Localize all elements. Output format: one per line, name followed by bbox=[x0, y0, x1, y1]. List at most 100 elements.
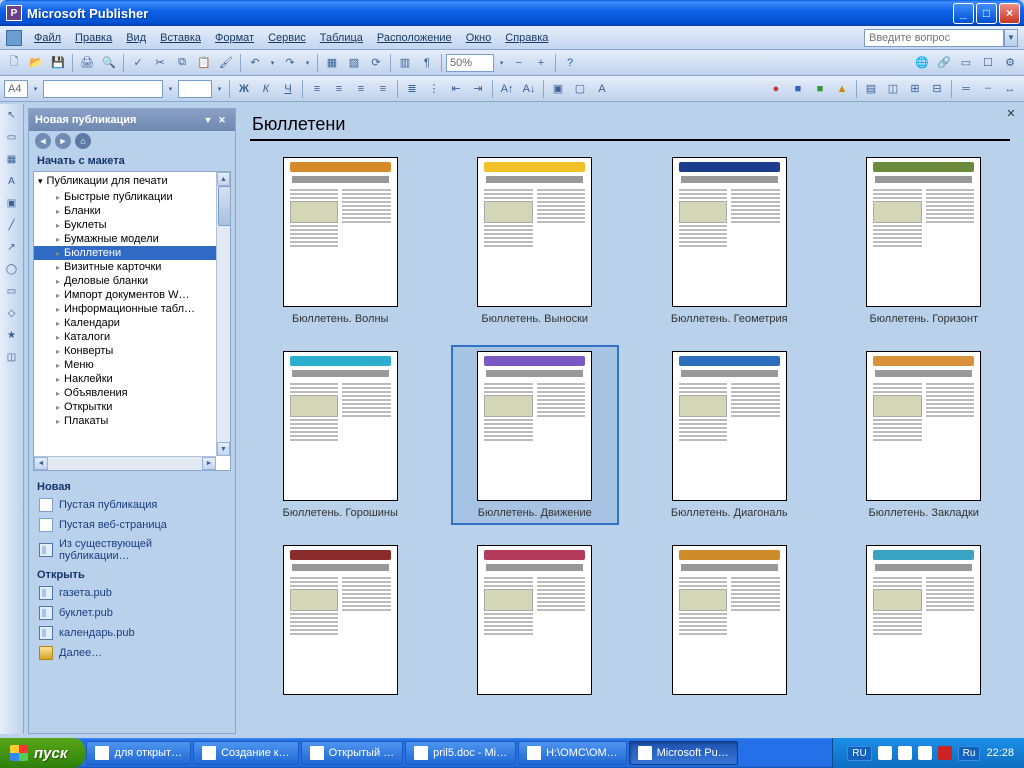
tree-item[interactable]: ▸Календари bbox=[34, 316, 216, 330]
hyperlink-icon[interactable]: 🔗 bbox=[934, 53, 954, 73]
taskbar-item[interactable]: pril5.doc - Mi… bbox=[405, 741, 516, 765]
link-open-file-0[interactable]: газета.pub bbox=[29, 583, 235, 603]
menu-tools[interactable]: Сервис bbox=[261, 30, 313, 46]
cut-icon[interactable]: ✂ bbox=[150, 53, 170, 73]
redo-icon[interactable]: ↷ bbox=[280, 53, 300, 73]
nav-forward-icon[interactable]: ► bbox=[55, 133, 71, 149]
ungroup-icon[interactable]: ⊟ bbox=[927, 79, 947, 99]
font-dropdown-icon[interactable]: ▾ bbox=[165, 80, 176, 98]
menu-help[interactable]: Справка bbox=[498, 30, 555, 46]
design-gallery-icon[interactable]: ◫ bbox=[3, 348, 21, 366]
tree-item[interactable]: ▸Импорт документов W… bbox=[34, 288, 216, 302]
redo-dropdown-icon[interactable]: ▾ bbox=[302, 54, 313, 72]
zoom-dropdown-icon[interactable]: ▾ bbox=[496, 54, 507, 72]
maximize-button[interactable]: □ bbox=[976, 3, 997, 24]
tree-item[interactable]: ▸Бумажные модели bbox=[34, 232, 216, 246]
menu-window[interactable]: Окно bbox=[459, 30, 499, 46]
taskbar-item[interactable]: для открыт… bbox=[86, 741, 191, 765]
link-from-existing[interactable]: Из существующей публикации… bbox=[29, 535, 235, 565]
font-field[interactable] bbox=[43, 80, 163, 98]
template-thumbnail[interactable] bbox=[645, 539, 814, 707]
font-size-dropdown-icon[interactable]: ▾ bbox=[214, 80, 225, 98]
form-icon[interactable]: ☐ bbox=[978, 53, 998, 73]
tree-item[interactable]: ▸Конверты bbox=[34, 344, 216, 358]
tree-item[interactable]: ▸Каталоги bbox=[34, 330, 216, 344]
menu-format[interactable]: Формат bbox=[208, 30, 261, 46]
print-icon[interactable]: 🖨 bbox=[77, 53, 97, 73]
align-center-icon[interactable]: ≡ bbox=[329, 79, 349, 99]
rotate-icon[interactable]: ⟳ bbox=[366, 53, 386, 73]
scroll-up-icon[interactable]: ▲ bbox=[217, 172, 230, 186]
task-pane-dropdown-icon[interactable]: ▼ bbox=[201, 113, 215, 127]
taskbar-item[interactable]: Microsoft Pu… bbox=[629, 741, 738, 765]
columns-icon[interactable]: ▥ bbox=[395, 53, 415, 73]
align-right-icon[interactable]: ≡ bbox=[351, 79, 371, 99]
menu-insert[interactable]: Вставка bbox=[153, 30, 208, 46]
app-menu-icon[interactable] bbox=[6, 30, 22, 46]
menu-view[interactable]: Вид bbox=[119, 30, 153, 46]
start-button[interactable]: пуск bbox=[0, 738, 85, 768]
tree-horizontal-scrollbar[interactable]: ◄ ► bbox=[34, 456, 216, 470]
tree-vertical-scrollbar[interactable]: ▲ ▼ bbox=[216, 172, 230, 456]
task-pane-close-icon[interactable]: ✕ bbox=[215, 113, 229, 127]
nav-home-icon[interactable]: ⌂ bbox=[75, 133, 91, 149]
gallery-close-icon[interactable]: ✕ bbox=[1004, 106, 1018, 120]
font-size-field[interactable] bbox=[178, 80, 212, 98]
link-blank-publication[interactable]: Пустая публикация bbox=[29, 495, 235, 515]
undo-icon[interactable]: ↶ bbox=[245, 53, 265, 73]
numbering-icon[interactable]: ≣ bbox=[402, 79, 422, 99]
bookmark-icon[interactable]: ★ bbox=[3, 326, 21, 344]
print-preview-icon[interactable]: 🔍 bbox=[99, 53, 119, 73]
tree-item[interactable]: ▸Объявления bbox=[34, 386, 216, 400]
nav-back-icon[interactable]: ◄ bbox=[35, 133, 51, 149]
template-thumbnail[interactable] bbox=[840, 539, 1009, 707]
tree-item[interactable]: ▸Буклеты bbox=[34, 218, 216, 232]
paste-icon[interactable]: 📋 bbox=[194, 53, 214, 73]
code-icon[interactable]: ⚙ bbox=[1000, 53, 1020, 73]
rectangle-icon[interactable]: ▭ bbox=[3, 282, 21, 300]
undo-dropdown-icon[interactable]: ▾ bbox=[267, 54, 278, 72]
textbox-icon[interactable]: ▭ bbox=[3, 128, 21, 146]
dash-style-icon[interactable]: ┄ bbox=[978, 79, 998, 99]
tree-item[interactable]: ▸Бланки bbox=[34, 204, 216, 218]
new-icon[interactable]: 🗋 bbox=[4, 53, 24, 73]
hotspot-icon[interactable]: ▭ bbox=[956, 53, 976, 73]
save-icon[interactable]: 💾 bbox=[48, 53, 68, 73]
justify-icon[interactable]: ≡ bbox=[373, 79, 393, 99]
scroll-right-icon[interactable]: ► bbox=[202, 457, 216, 470]
tree-item[interactable]: ▸Бюллетени bbox=[34, 246, 216, 260]
special-chars-icon[interactable]: ¶ bbox=[417, 53, 437, 73]
template-thumbnail[interactable]: Бюллетень. Геометрия bbox=[645, 151, 814, 331]
shrink-font-icon[interactable]: A↓ bbox=[519, 79, 539, 99]
format-painter-icon[interactable]: 🖌 bbox=[216, 53, 236, 73]
autoshapes-icon[interactable]: ◇ bbox=[3, 304, 21, 322]
fill-color-icon[interactable]: ▣ bbox=[548, 79, 568, 99]
template-thumbnail[interactable] bbox=[256, 539, 425, 707]
shape-triangle-icon[interactable]: ▲ bbox=[832, 79, 852, 99]
language-indicator-1[interactable]: RU bbox=[847, 746, 871, 761]
taskbar-item[interactable]: Создание к… bbox=[193, 741, 298, 765]
select-icon[interactable]: ↖ bbox=[3, 106, 21, 124]
align-left-icon[interactable]: ≡ bbox=[307, 79, 327, 99]
tray-icon[interactable] bbox=[878, 746, 892, 760]
collapse-icon[interactable]: ▾ bbox=[38, 176, 43, 187]
language-indicator-2[interactable]: Ru bbox=[958, 746, 981, 761]
tray-icon[interactable] bbox=[898, 746, 912, 760]
template-thumbnail[interactable]: Бюллетень. Закладки bbox=[840, 345, 1009, 525]
italic-icon[interactable]: К bbox=[256, 79, 276, 99]
menu-edit[interactable]: Правка bbox=[68, 30, 119, 46]
template-thumbnail[interactable]: Бюллетень. Горизонт bbox=[840, 151, 1009, 331]
tree-item[interactable]: ▸Плакаты bbox=[34, 414, 216, 428]
menu-arrange[interactable]: Расположение bbox=[370, 30, 459, 46]
font-color-icon[interactable]: A bbox=[592, 79, 612, 99]
scroll-down-icon[interactable]: ▼ bbox=[217, 442, 230, 456]
arrow-style-icon[interactable]: ↔ bbox=[1000, 79, 1020, 99]
tree-item[interactable]: ▸Наклейки bbox=[34, 372, 216, 386]
wordart-icon[interactable]: A bbox=[3, 172, 21, 190]
tree-item[interactable]: ▸Информационные табл… bbox=[34, 302, 216, 316]
minimize-button[interactable]: _ bbox=[953, 3, 974, 24]
template-thumbnail[interactable]: Бюллетень. Выноски bbox=[451, 151, 620, 331]
bold-icon[interactable]: Ж bbox=[234, 79, 254, 99]
line-icon[interactable]: ╱ bbox=[3, 216, 21, 234]
zoom-field[interactable]: 50% bbox=[446, 54, 494, 72]
